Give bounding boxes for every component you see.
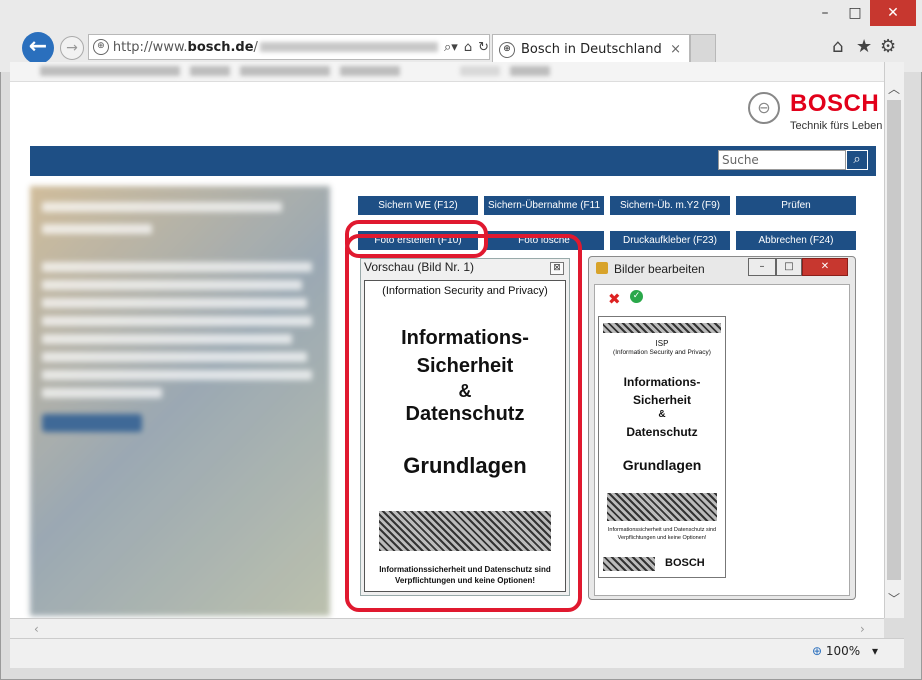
- delete-icon[interactable]: ✖: [608, 290, 621, 308]
- editor-document-image: ISP (Information Security and Privacy) I…: [598, 316, 726, 578]
- home-icon[interactable]: ⌂: [832, 36, 843, 57]
- search-button[interactable]: ⌕: [846, 150, 868, 170]
- doc-brand: BOSCH: [665, 557, 705, 569]
- refresh-icon[interactable]: ↻: [478, 40, 489, 55]
- app-icon: [596, 262, 608, 274]
- tab-title: Bosch in Deutschland: [521, 42, 662, 57]
- address-prefix: http://www.: [112, 39, 188, 55]
- doc-banner: [603, 323, 721, 333]
- doc-line1: Informations-: [623, 375, 701, 389]
- sichern-ueb-y2-button[interactable]: Sichern-Üb. m.Y2 (F9): [610, 196, 730, 215]
- brand-name: BOSCH: [790, 90, 880, 117]
- scroll-down-icon[interactable]: ﹀: [888, 590, 900, 607]
- editor-minimize-button[interactable]: –: [748, 258, 776, 276]
- tab-bosch[interactable]: ⊕ Bosch in Deutschland ×: [492, 34, 690, 64]
- certificate-icon[interactable]: ⌂: [464, 40, 472, 55]
- doc-line5: Grundlagen: [622, 457, 702, 473]
- zoom-icon: ⊕: [812, 644, 823, 658]
- minimize-button[interactable]: –: [810, 0, 840, 26]
- doc-photo: [607, 493, 717, 521]
- doc-line4: Datenschutz: [626, 425, 698, 439]
- doc-footer1: Informationssicherheit und Datenschutz s…: [607, 527, 717, 533]
- maximize-button[interactable]: □: [840, 0, 870, 26]
- site-icon: ⊕: [499, 41, 515, 58]
- search-icon[interactable]: ⌕▾: [444, 40, 458, 55]
- bosch-logo-icon: ⊖: [748, 92, 780, 124]
- site-icon: ⊕: [93, 39, 109, 55]
- doc-header: (Information Security and Privacy): [613, 349, 711, 356]
- doc-line3: &: [658, 409, 666, 420]
- abbrechen-button[interactable]: Abbrechen (F24): [736, 231, 856, 250]
- scrollbar-thumb[interactable]: [887, 100, 901, 580]
- scroll-right-icon[interactable]: ›: [860, 622, 865, 636]
- druckaufkleber-button[interactable]: Druckaufkleber (F23): [610, 231, 730, 250]
- scroll-up-icon[interactable]: ︿: [888, 80, 900, 97]
- zoom-level: 100%: [825, 644, 861, 658]
- gear-icon[interactable]: ⚙: [880, 36, 896, 57]
- status-bar: [10, 638, 904, 668]
- star-icon[interactable]: ★: [856, 36, 872, 57]
- address-suffix: /: [253, 39, 258, 55]
- search-icon: ⌕: [853, 152, 861, 167]
- sichern-uebernahme-button[interactable]: Sichern-Übernahme (F11: [484, 196, 604, 215]
- editor-close-button[interactable]: ✕: [802, 258, 848, 276]
- zoom-control[interactable]: ⊕ 100% ▾: [812, 644, 878, 658]
- back-button[interactable]: ←: [22, 32, 54, 64]
- search-input[interactable]: Suche: [718, 150, 846, 170]
- address-bar[interactable]: ⊕ http://www. bosch.de / ⌕▾ ⌂ ↻: [88, 34, 490, 60]
- doc-stamp: [603, 557, 655, 571]
- arrow-right-icon: →: [66, 40, 78, 56]
- chevron-down-icon: ▾: [872, 644, 879, 658]
- new-tab-button[interactable]: [690, 34, 716, 64]
- scroll-left-icon[interactable]: ‹: [34, 622, 39, 636]
- tab-close-icon[interactable]: ×: [670, 42, 681, 57]
- doc-isp: ISP: [655, 339, 669, 348]
- top-navigation-blurred: [10, 62, 884, 82]
- arrow-left-icon: ←: [28, 34, 48, 59]
- horizontal-scrollbar[interactable]: [10, 618, 884, 638]
- blurred-url-path: [259, 42, 439, 52]
- address-domain: bosch.de: [187, 39, 254, 55]
- accept-icon[interactable]: ✓: [630, 290, 643, 303]
- highlight-preview: [345, 234, 582, 612]
- brand-tagline: Technik fürs Leben: [790, 120, 883, 132]
- image-editor-title: Bilder bearbeiten: [614, 262, 705, 276]
- sichern-we-button[interactable]: Sichern WE (F12): [358, 196, 478, 215]
- close-button[interactable]: ✕: [870, 0, 916, 26]
- editor-maximize-button[interactable]: □: [776, 258, 802, 276]
- doc-line2: Sicherheit: [632, 393, 692, 407]
- blurred-teaser-panel: [30, 186, 330, 616]
- forward-button[interactable]: →: [60, 36, 84, 60]
- pruefen-button[interactable]: Prüfen: [736, 196, 856, 215]
- doc-footer2: Verpflichtungen und keine Optionen!: [617, 535, 707, 541]
